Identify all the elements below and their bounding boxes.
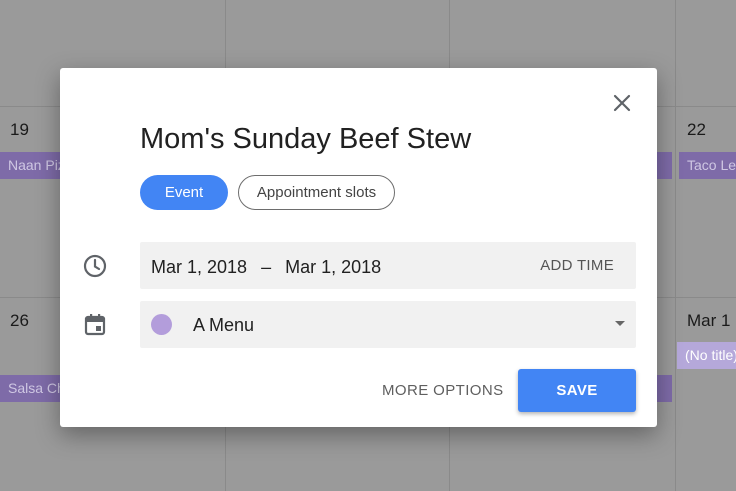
save-button[interactable]: SAVE: [518, 369, 636, 412]
dropdown-arrow-icon[interactable]: [615, 321, 625, 326]
date-separator: –: [261, 257, 272, 277]
close-icon[interactable]: [611, 92, 633, 114]
date-field[interactable]: Mar 1, 2018 – Mar 1, 2018 ADD TIME: [140, 242, 636, 289]
tab-event[interactable]: Event: [140, 175, 228, 210]
event-chip-edge[interactable]: [657, 152, 672, 179]
grid-line: [675, 0, 676, 491]
event-title-input[interactable]: Mom's Sunday Beef Stew: [140, 123, 471, 156]
more-options-button[interactable]: MORE OPTIONS: [382, 382, 503, 399]
calendar-name: A Menu: [193, 315, 255, 335]
tab-appointment-slots[interactable]: Appointment slots: [238, 175, 395, 210]
end-date[interactable]: Mar 1, 2018: [285, 257, 381, 277]
date-range[interactable]: Mar 1, 2018 – Mar 1, 2018: [151, 257, 381, 278]
event-chip-edge[interactable]: [657, 375, 672, 402]
event-chip[interactable]: (No title): [677, 342, 736, 369]
calendar-select[interactable]: A Menu: [140, 301, 636, 348]
day-number[interactable]: Mar 1: [687, 311, 730, 331]
event-chip[interactable]: Taco Lettuce Wraps: [679, 152, 736, 179]
day-number[interactable]: 19: [10, 120, 29, 140]
day-number[interactable]: 26: [10, 311, 29, 331]
calendar-icon: [82, 312, 108, 338]
calendar-color-dot: [151, 314, 172, 335]
clock-icon: [82, 253, 108, 279]
add-time-button[interactable]: ADD TIME: [540, 257, 614, 274]
day-number[interactable]: 22: [687, 120, 706, 140]
start-date[interactable]: Mar 1, 2018: [151, 257, 247, 277]
quick-event-dialog: Mom's Sunday Beef Stew Event Appointment…: [60, 68, 657, 427]
